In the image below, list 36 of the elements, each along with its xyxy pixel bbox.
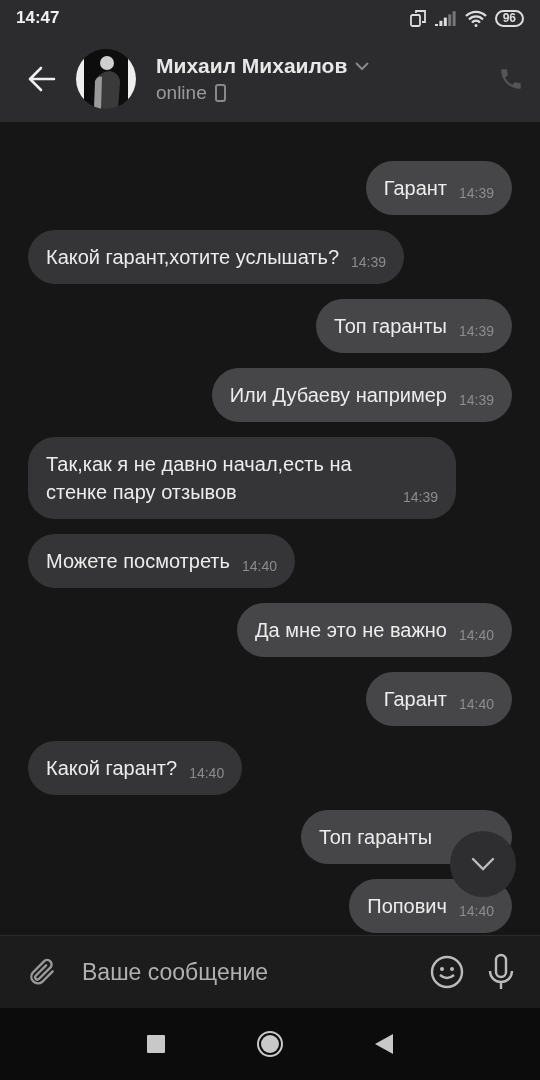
message-text: Какой гарант? (46, 756, 178, 781)
message-text: Топ гаранты (334, 314, 447, 339)
message-time: 14:40 (458, 627, 494, 643)
message-time: 14:39 (458, 185, 494, 201)
message-text: Гарант (383, 176, 447, 201)
presence-status: online (156, 82, 207, 104)
chevron-down-icon[interactable] (471, 857, 495, 871)
emoji-button[interactable] (430, 955, 464, 989)
message-time: 14:39 (351, 254, 387, 270)
signal-icon (434, 10, 457, 26)
message-text: Можете посмотреть (46, 549, 230, 574)
wifi-icon (464, 9, 487, 27)
back-button[interactable] (28, 66, 56, 92)
phone-device-icon (214, 84, 226, 102)
microphone-button[interactable] (486, 953, 516, 991)
message-text: Какой гарант,хотите услышать? (46, 245, 340, 270)
battery-level: 96 (494, 9, 524, 27)
contact-name[interactable]: Михаил Михаилов (156, 54, 348, 78)
message-text: Так,как я не давно начал,есть на стенке пару отзывов (46, 452, 353, 505)
message-text: Или Дубаеву например (229, 383, 447, 408)
message-text: Попович (367, 894, 447, 919)
back-nav-button[interactable] (375, 1034, 393, 1054)
message-text: Да мне это не важно (255, 618, 447, 643)
message-time: 14:39 (403, 489, 439, 505)
rotate-icon (408, 9, 427, 27)
status-time: 14:47 (16, 8, 60, 28)
message-text: Топ гаранты (319, 825, 432, 850)
message-time: 14:40 (241, 558, 277, 574)
message-time: 14:40 (458, 903, 494, 919)
message-time: 14:39 (458, 392, 494, 408)
message-time: 14:40 (458, 696, 494, 712)
message-text: Гарант (383, 687, 447, 712)
home-button[interactable] (257, 1031, 283, 1057)
chevron-down-icon[interactable] (355, 61, 370, 71)
message-time: 14:39 (458, 323, 494, 339)
message-time: 14:40 (189, 765, 225, 781)
